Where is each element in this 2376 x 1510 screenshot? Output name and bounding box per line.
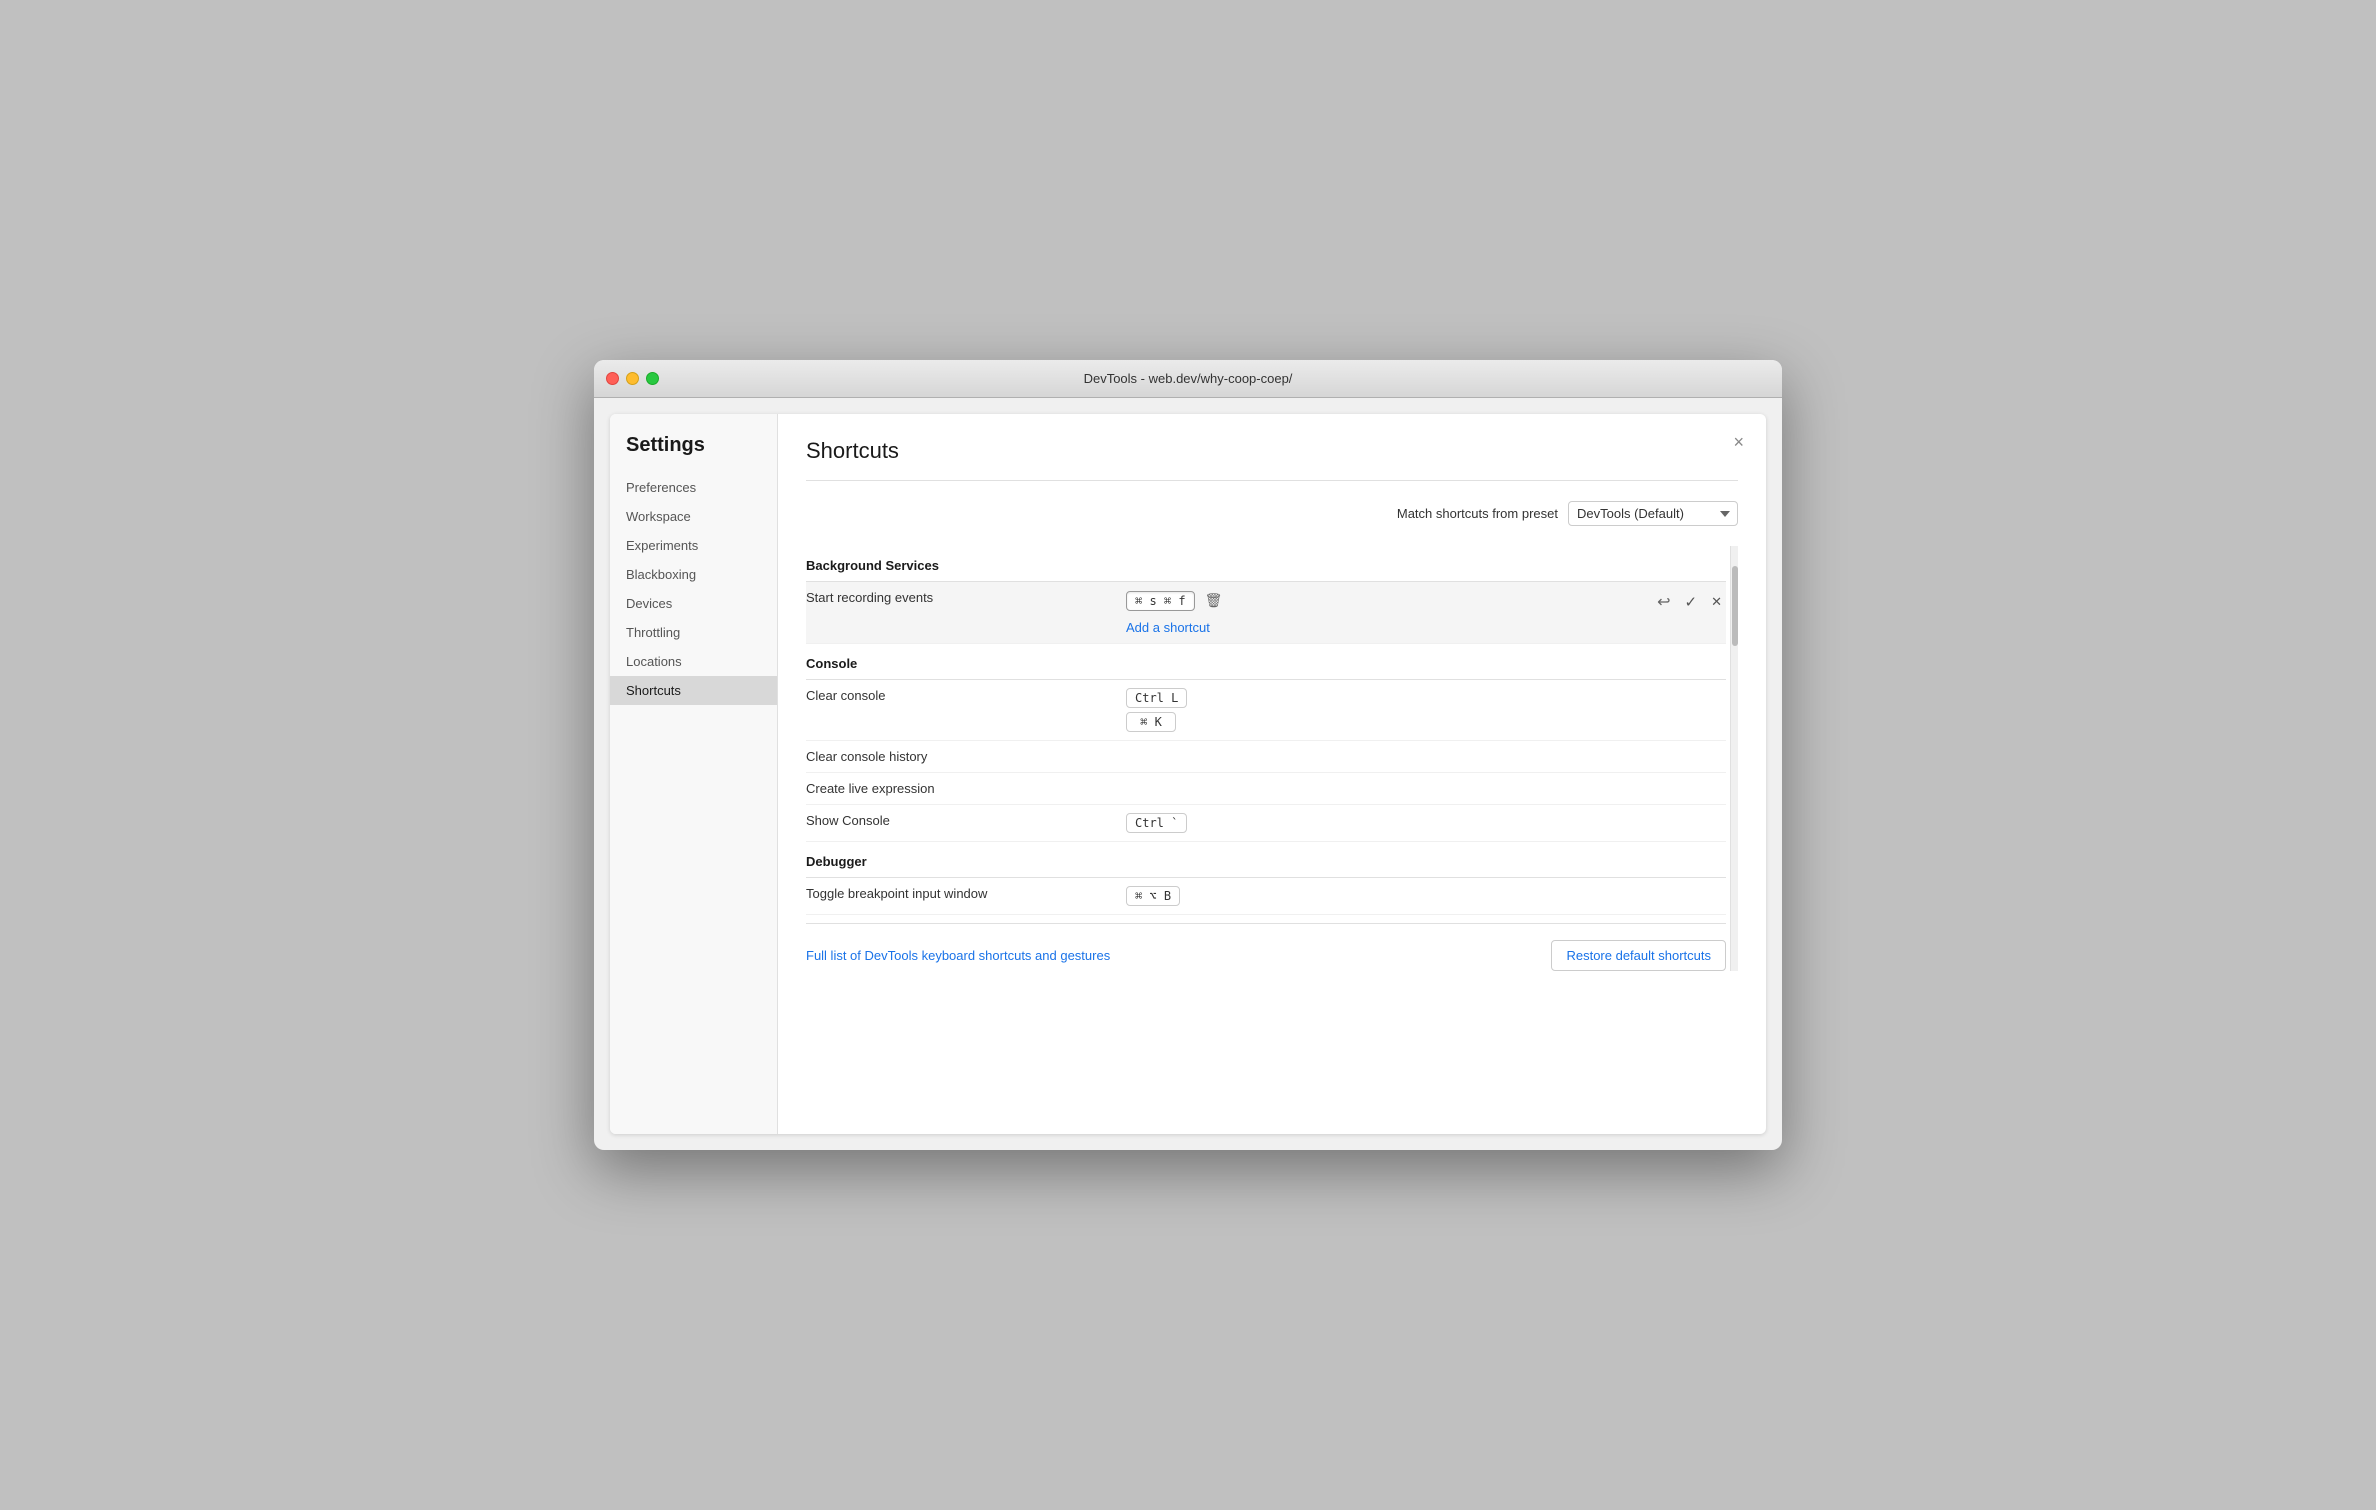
footer: Full list of DevTools keyboard shortcuts…	[806, 923, 1726, 971]
preset-row: Match shortcuts from preset DevTools (De…	[806, 501, 1738, 526]
section-debugger: Debugger	[806, 842, 1726, 878]
close-button[interactable]: ×	[1727, 430, 1750, 455]
x-icon	[1711, 593, 1722, 611]
key-badge-ctrl-backtick: Ctrl `	[1126, 813, 1187, 833]
restore-defaults-button[interactable]: Restore default shortcuts	[1551, 940, 1726, 971]
shortcut-row-toggle-breakpoint: Toggle breakpoint input window ⌘ ⌥ B	[806, 878, 1726, 915]
key-combo-row: ⌘ s ⌘ f	[1126, 590, 1653, 612]
key-badge-cmd-opt-b: ⌘ ⌥ B	[1126, 886, 1180, 906]
scrollbar-track[interactable]	[1730, 546, 1738, 971]
main-content: × Shortcuts Match shortcuts from preset …	[778, 414, 1766, 1134]
shortcut-name-start-recording: Start recording events	[806, 590, 1126, 605]
fullscreen-traffic-light[interactable]	[646, 372, 659, 385]
shortcut-row-create-live-expression: Create live expression	[806, 773, 1726, 805]
preset-label: Match shortcuts from preset	[1397, 506, 1558, 521]
shortcut-keys-toggle-breakpoint: ⌘ ⌥ B	[1126, 886, 1726, 906]
delete-shortcut-button[interactable]	[1201, 590, 1227, 612]
preset-select[interactable]: DevTools (Default) Visual Studio Code	[1568, 501, 1738, 526]
section-console: Console	[806, 644, 1726, 680]
add-shortcut-link[interactable]: Add a shortcut	[1126, 620, 1653, 635]
sidebar-item-preferences[interactable]: Preferences	[610, 473, 777, 502]
shortcut-keys-show-console: Ctrl `	[1126, 813, 1726, 833]
key-combo-cmd-opt-b: ⌘ ⌥ B	[1126, 886, 1726, 906]
sidebar-item-workspace[interactable]: Workspace	[610, 502, 777, 531]
shortcut-name-toggle-breakpoint: Toggle breakpoint input window	[806, 886, 1126, 901]
shortcut-keys-clear-console: Ctrl L ⌘ K	[1126, 688, 1726, 732]
sidebar-item-devices[interactable]: Devices	[610, 589, 777, 618]
shortcut-row-clear-console-history: Clear console history	[806, 741, 1726, 773]
sidebar-title: Settings	[610, 434, 777, 473]
titlebar: DevTools - web.dev/why-coop-coep/	[594, 360, 1782, 398]
shortcut-name-show-console: Show Console	[806, 813, 1126, 828]
trash-icon	[1205, 592, 1223, 610]
sidebar-item-throttling[interactable]: Throttling	[610, 618, 777, 647]
key-combo-cmd-k: ⌘ K	[1126, 712, 1726, 732]
traffic-lights	[606, 372, 659, 385]
shortcut-row-clear-console: Clear console Ctrl L ⌘ K	[806, 680, 1726, 741]
shortcut-name-clear-console-history: Clear console history	[806, 749, 1126, 764]
content-area: Settings Preferences Workspace Experimen…	[610, 414, 1766, 1134]
confirm-button[interactable]	[1681, 591, 1702, 614]
sidebar-item-experiments[interactable]: Experiments	[610, 531, 777, 560]
shortcut-keys-start-recording: ⌘ s ⌘ f Add a shortcut	[1126, 590, 1653, 635]
shortcuts-scroll[interactable]: Background Services Start recording even…	[806, 546, 1730, 971]
key-combo-ctrl-backtick: Ctrl `	[1126, 813, 1726, 833]
sidebar: Settings Preferences Workspace Experimen…	[610, 414, 778, 1134]
close-traffic-light[interactable]	[606, 372, 619, 385]
shortcut-row-start-recording: Start recording events ⌘ s ⌘ f Add a sho…	[806, 582, 1726, 644]
key-badge-cmd-s-cmd-f: ⌘ s ⌘ f	[1126, 591, 1195, 611]
window-title: DevTools - web.dev/why-coop-coep/	[1084, 371, 1293, 386]
scrollbar-thumb[interactable]	[1732, 566, 1738, 646]
undo-button[interactable]	[1653, 590, 1674, 614]
sidebar-item-blackboxing[interactable]: Blackboxing	[610, 560, 777, 589]
shortcut-name-clear-console: Clear console	[806, 688, 1126, 703]
key-badge-ctrl-l: Ctrl L	[1126, 688, 1187, 708]
shortcut-row-show-console: Show Console Ctrl `	[806, 805, 1726, 842]
shortcuts-scrollable-area: Background Services Start recording even…	[806, 546, 1738, 971]
check-icon	[1685, 593, 1698, 612]
undo-icon	[1657, 592, 1670, 612]
key-combo-ctrl-l: Ctrl L	[1126, 688, 1726, 708]
page-title: Shortcuts	[806, 438, 899, 464]
sidebar-item-shortcuts[interactable]: Shortcuts	[610, 676, 777, 705]
main-header: Shortcuts	[806, 438, 1738, 481]
browser-window: DevTools - web.dev/why-coop-coep/ Settin…	[594, 360, 1782, 1150]
full-list-link[interactable]: Full list of DevTools keyboard shortcuts…	[806, 948, 1110, 963]
shortcut-name-create-live-expression: Create live expression	[806, 781, 1126, 796]
minimize-traffic-light[interactable]	[626, 372, 639, 385]
key-badge-cmd-k: ⌘ K	[1126, 712, 1176, 732]
edit-actions	[1653, 590, 1726, 614]
sidebar-item-locations[interactable]: Locations	[610, 647, 777, 676]
cancel-edit-button[interactable]	[1707, 591, 1726, 613]
section-background-services: Background Services	[806, 546, 1726, 582]
